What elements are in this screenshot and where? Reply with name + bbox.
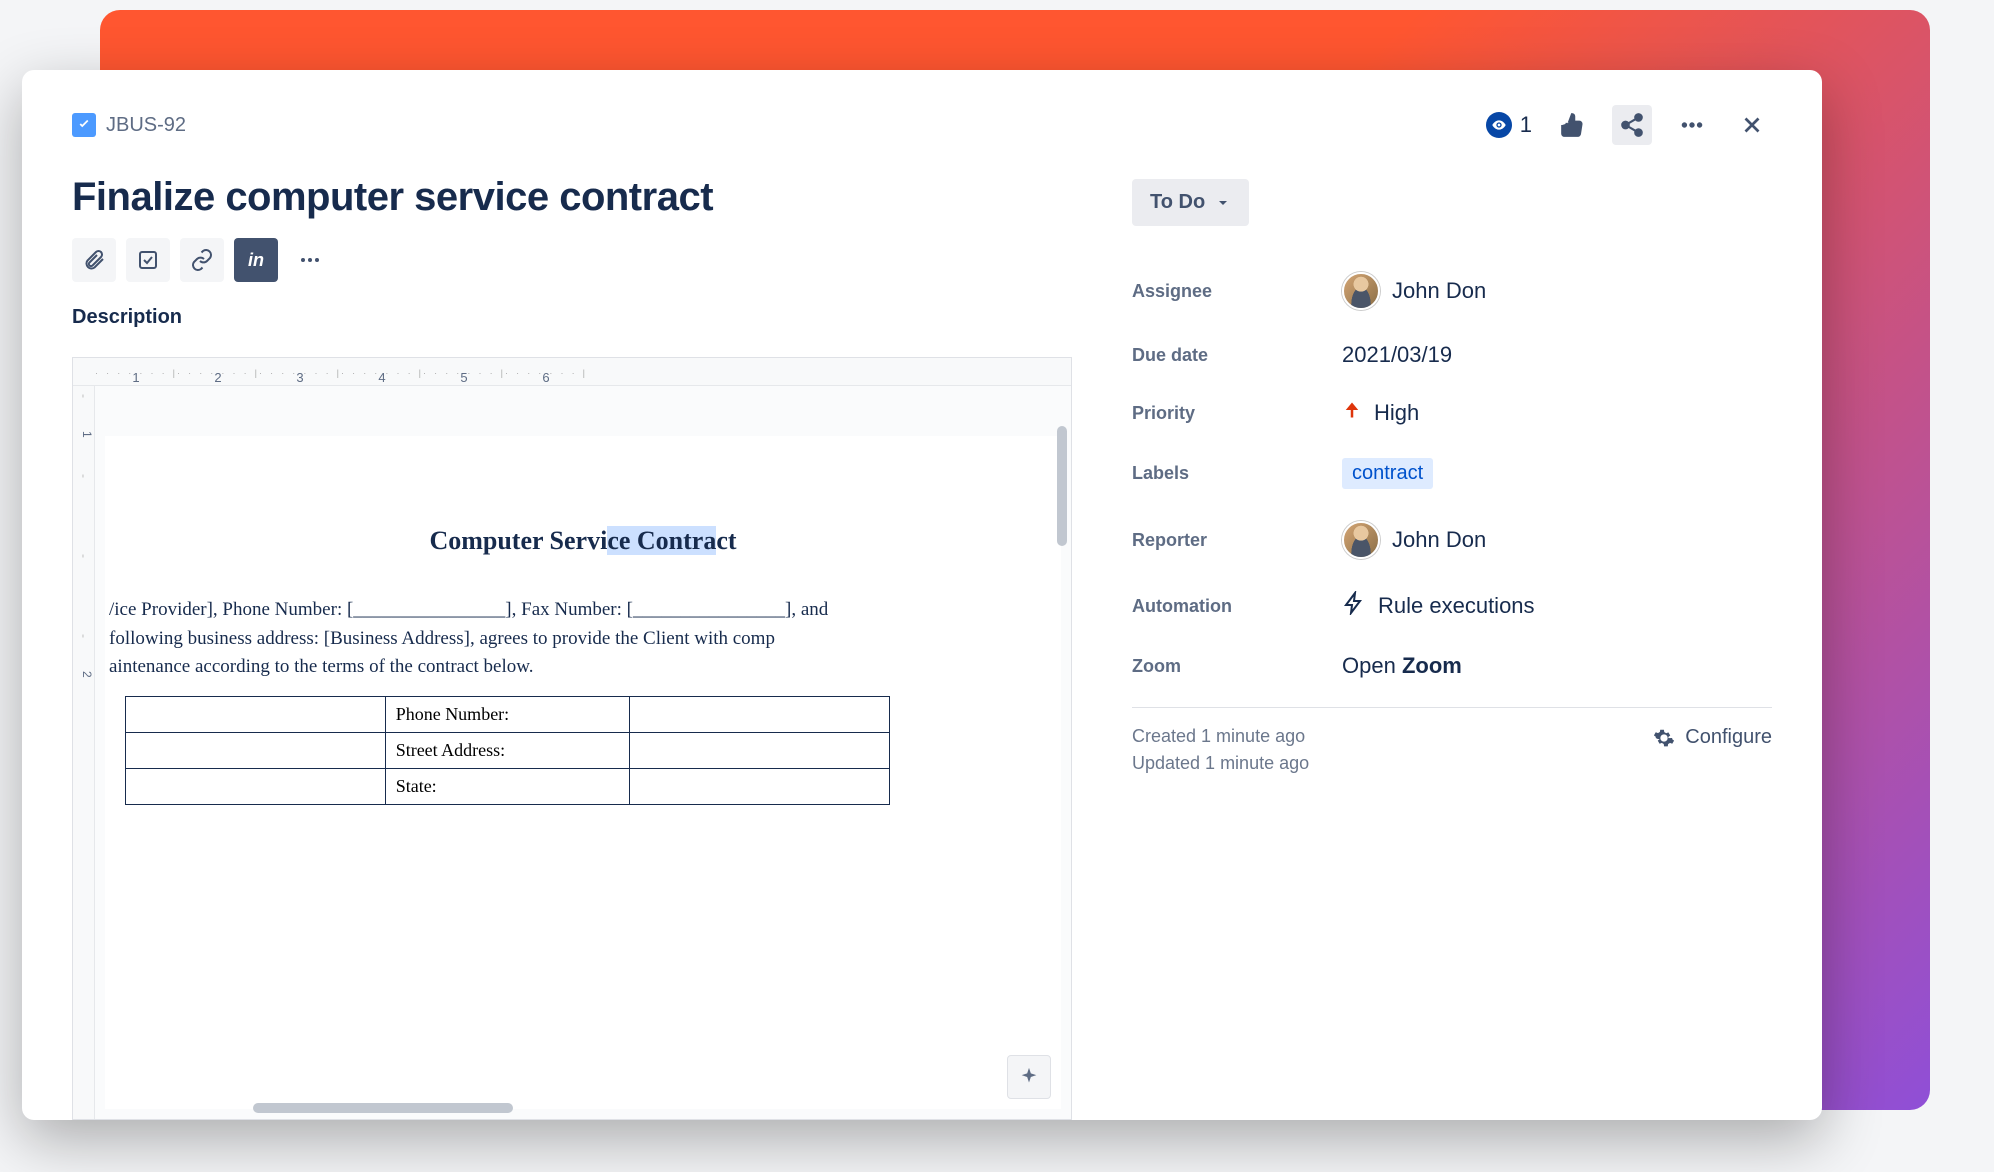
field-due-date[interactable]: Due date 2021/03/19 [1132,326,1772,384]
table-row: State: [126,768,890,804]
breadcrumb[interactable]: JBUS-92 [72,113,186,137]
updated-timestamp: Updated 1 minute ago [1132,753,1309,774]
issue-key[interactable]: JBUS-92 [106,114,186,137]
ruler-horizontal: 1 2 3 4 5 6 [73,358,1071,386]
share-button[interactable] [1612,105,1652,145]
more-button[interactable] [1672,105,1712,145]
issue-modal: JBUS-92 1 Finalize compu [22,70,1822,1120]
gear-icon [1653,727,1675,749]
document-table: Phone Number: Street Address: State: [125,696,890,805]
ruler-vertical: 1 2 [73,386,95,1119]
field-priority[interactable]: Priority High [1132,384,1772,442]
like-button[interactable] [1552,105,1592,145]
scrollbar-vertical[interactable] [1057,426,1067,546]
description-label: Description [72,306,1072,329]
explore-button[interactable] [1007,1055,1051,1099]
priority-value: High [1374,400,1419,426]
field-zoom[interactable]: Zoom Open Zoom [1132,637,1772,695]
watch-count: 1 [1520,112,1532,138]
subtask-button[interactable] [126,238,170,282]
document-page: Computer Service Contract /ice Provider]… [95,386,1071,1119]
link-button[interactable] [180,238,224,282]
timestamps: Created 1 minute ago Updated 1 minute ag… [1132,726,1309,774]
reporter-value: John Don [1392,527,1486,553]
table-row: Street Address: [126,732,890,768]
issue-title[interactable]: Finalize computer service contract [72,175,1072,220]
invision-button[interactable]: in [234,238,278,282]
due-date-value: 2021/03/19 [1342,342,1452,368]
close-button[interactable] [1732,105,1772,145]
watch-button[interactable]: 1 [1486,112,1532,138]
configure-label: Configure [1685,726,1772,749]
header-row: JBUS-92 1 [72,105,1772,145]
document-preview[interactable]: 1 2 3 4 5 6 1 2 [72,357,1072,1120]
field-reporter[interactable]: Reporter John Don [1132,505,1772,575]
chevron-down-icon [1215,195,1231,211]
avatar [1342,272,1380,310]
priority-high-icon [1342,400,1362,426]
zoom-value: Open Zoom [1342,653,1462,679]
attach-button[interactable] [72,238,116,282]
details-sidebar: To Do Assignee John Don Due date 2021/03… [1132,175,1772,1120]
scrollbar-horizontal[interactable] [253,1103,513,1113]
table-row: Phone Number: [126,696,890,732]
issue-type-icon [72,113,96,137]
automation-value: Rule executions [1378,593,1535,619]
content-toolbar: in [72,238,1072,282]
invision-icon: in [248,250,264,271]
assignee-value: John Don [1392,278,1486,304]
watch-icon [1486,112,1512,138]
field-labels[interactable]: Labels contract [1132,442,1772,505]
document-title: Computer Service Contract [105,526,1061,556]
more-actions-button[interactable] [288,238,332,282]
field-assignee[interactable]: Assignee John Don [1132,256,1772,326]
main-column: Finalize computer service contract in [72,175,1072,1120]
field-automation[interactable]: Automation Rule executions [1132,575,1772,637]
configure-button[interactable]: Configure [1653,726,1772,749]
meta-footer: Created 1 minute ago Updated 1 minute ag… [1132,707,1772,774]
lightning-icon [1342,591,1366,621]
modal-body: Finalize computer service contract in [72,175,1772,1120]
created-timestamp: Created 1 minute ago [1132,726,1309,747]
avatar [1342,521,1380,559]
document-body-text: /ice Provider], Phone Number: [_________… [105,596,1061,682]
header-actions: 1 [1486,105,1772,145]
status-dropdown[interactable]: To Do [1132,179,1249,226]
label-chip[interactable]: contract [1342,458,1433,489]
status-label: To Do [1150,191,1205,214]
